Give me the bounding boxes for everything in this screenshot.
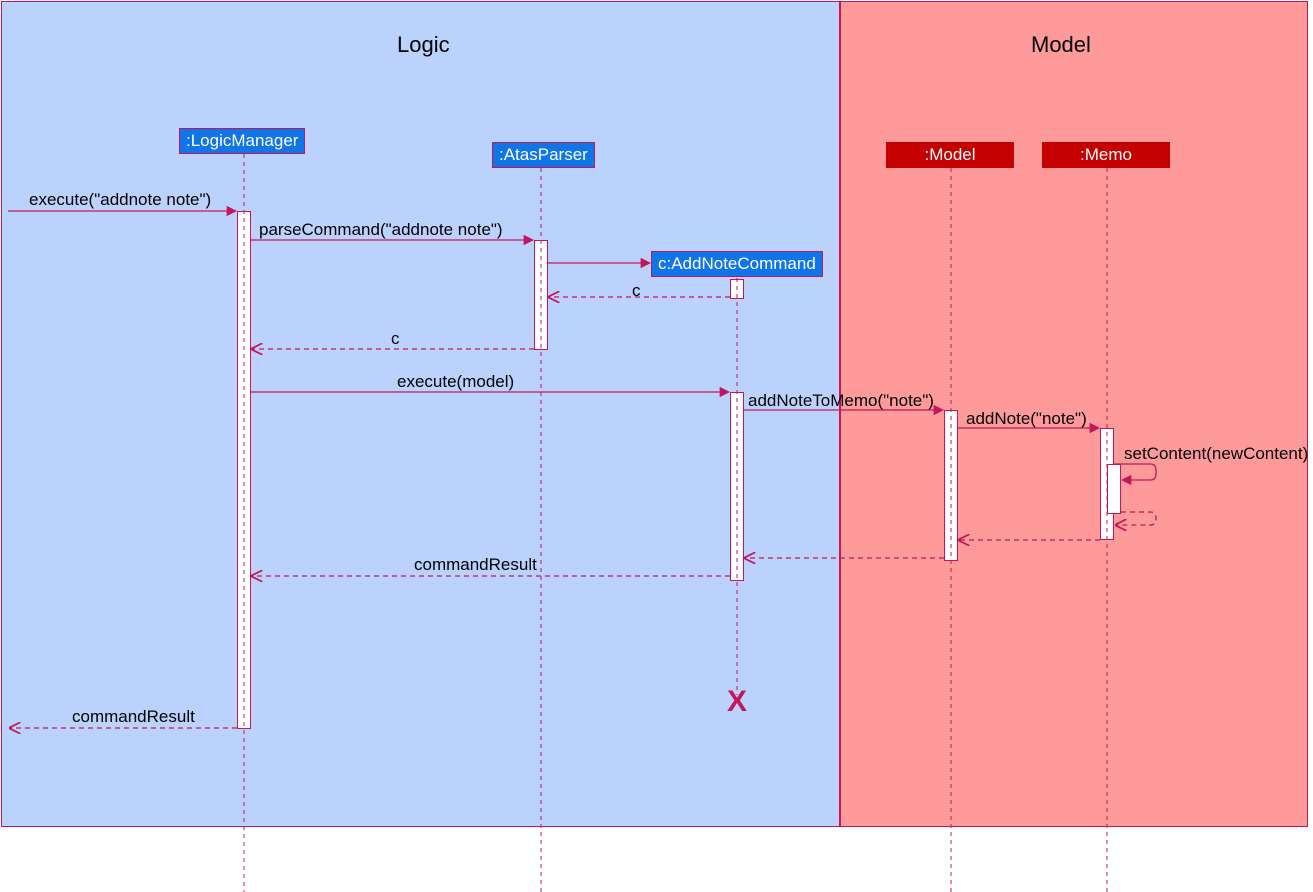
msg-addnotetomemo: addNoteToMemo("note"): [748, 391, 934, 411]
activation-model: [944, 410, 958, 561]
activation-logic-manager: [237, 211, 251, 729]
msg-commandresult-2: commandResult: [72, 707, 195, 727]
participant-logic-manager: :LogicManager: [179, 128, 305, 154]
activation-addnote-cmd-1: [730, 279, 744, 299]
participant-model: :Model: [886, 142, 1014, 168]
participant-addnote-command: c:AddNoteCommand: [651, 251, 823, 277]
frame-logic-title: Logic: [397, 32, 450, 58]
msg-return-c-1: c: [632, 281, 641, 301]
activation-memo-2: [1107, 464, 1121, 514]
participant-atas-parser: :AtasParser: [492, 142, 595, 168]
msg-addnote: addNote("note"): [966, 409, 1087, 429]
msg-parsecommand: parseCommand("addnote note"): [259, 220, 503, 240]
participant-memo: :Memo: [1042, 142, 1170, 168]
msg-setcontent: setContent(newContent): [1124, 444, 1308, 464]
frame-logic: Logic: [1, 1, 840, 827]
activation-addnote-cmd-2: [730, 392, 744, 581]
destroy-addnote-command: X: [727, 685, 747, 719]
sequence-diagram: Logic Model :LogicManager :AtasParser c:…: [0, 0, 1313, 892]
msg-execute-addnote: execute("addnote note"): [29, 190, 211, 210]
msg-commandresult-1: commandResult: [414, 555, 537, 575]
msg-return-c-2: c: [391, 329, 400, 349]
activation-atas-parser: [534, 240, 548, 350]
frame-model-title: Model: [1031, 32, 1091, 58]
msg-execute-model: execute(model): [397, 372, 514, 392]
